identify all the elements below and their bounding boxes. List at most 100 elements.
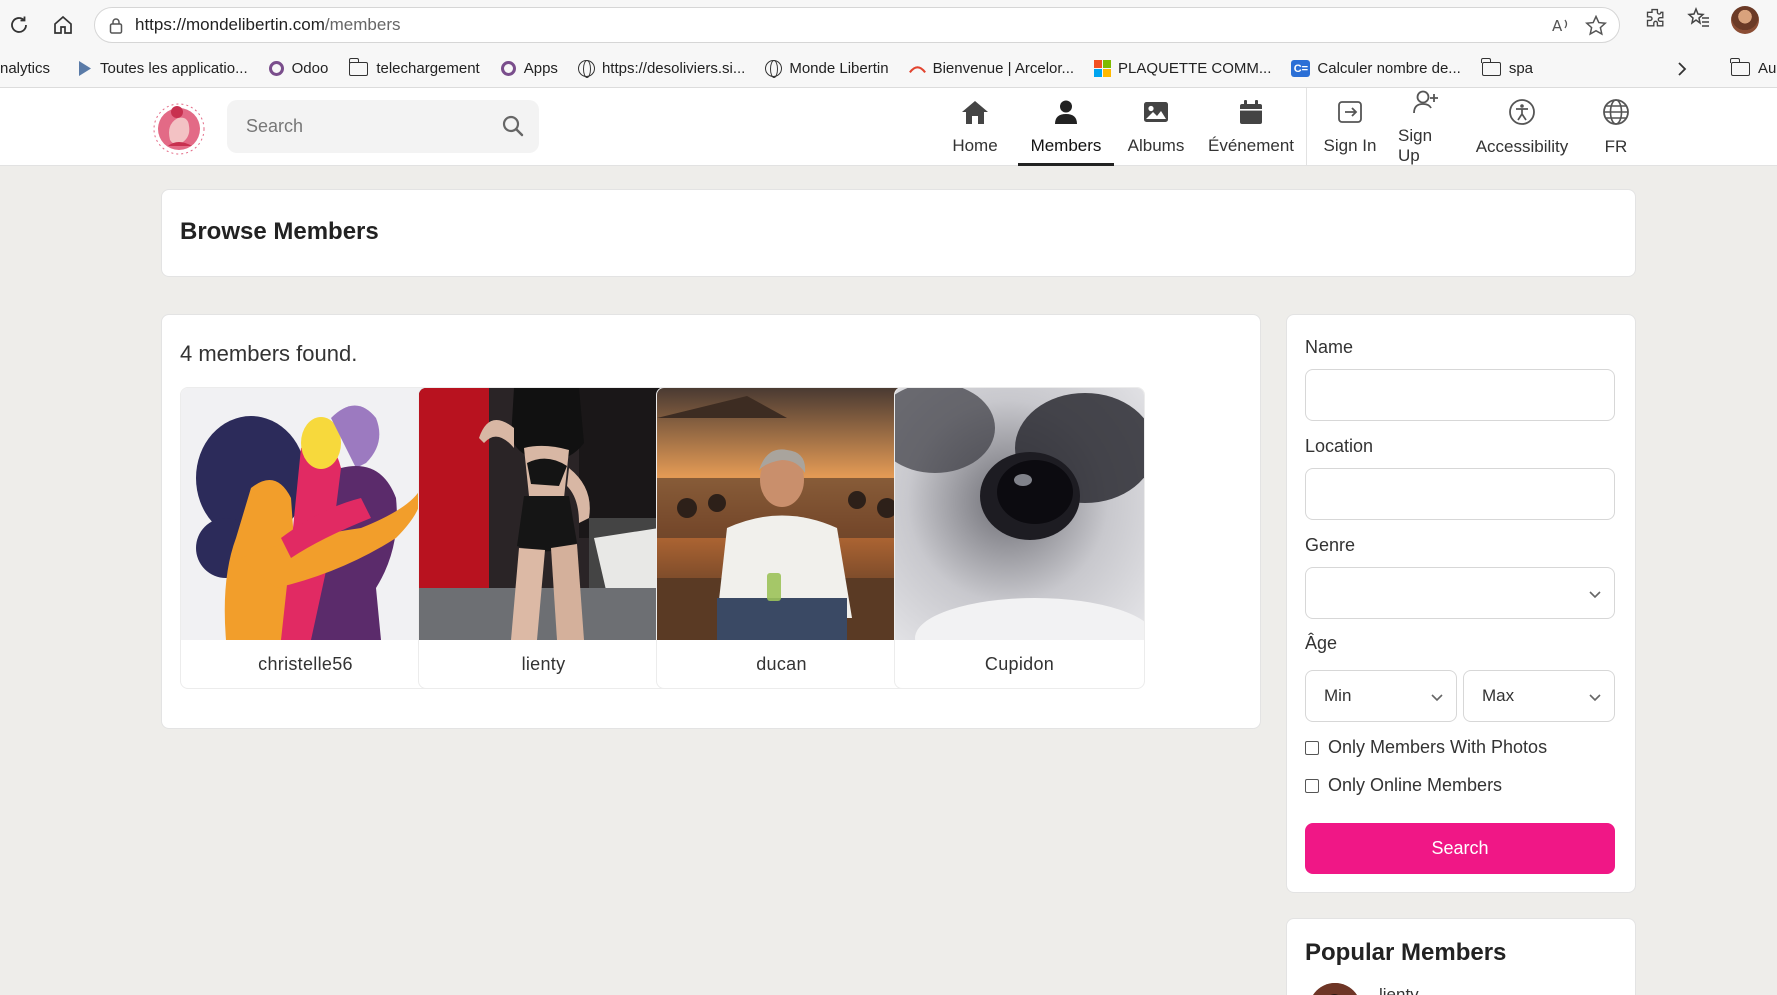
- favorite-star-icon[interactable]: [1584, 14, 1608, 41]
- reload-icon[interactable]: [4, 10, 34, 40]
- bookmark-label: Odoo: [291, 60, 329, 77]
- member-card[interactable]: ducan: [656, 387, 907, 689]
- name-input[interactable]: [1305, 369, 1615, 421]
- genre-select[interactable]: [1305, 567, 1615, 619]
- member-card[interactable]: christelle56: [180, 387, 431, 689]
- member-name[interactable]: christelle56: [181, 654, 430, 675]
- checkbox-box[interactable]: [1305, 740, 1319, 755]
- home-icon: [960, 99, 990, 130]
- member-card[interactable]: Cupidon: [894, 387, 1145, 689]
- bookmark-item[interactable]: https://desoliviers.si...: [577, 60, 745, 78]
- location-input[interactable]: [1305, 468, 1615, 520]
- bookmark-item[interactable]: spa: [1481, 57, 1533, 77]
- chevron-right-icon[interactable]: [1676, 60, 1688, 82]
- popular-members-card: Popular Members lienty: [1286, 918, 1636, 995]
- member-name[interactable]: ducan: [657, 654, 906, 675]
- member-photo[interactable]: [895, 388, 1145, 640]
- bookmark-item[interactable]: Monde Libertin: [765, 60, 889, 78]
- search-button[interactable]: Search: [1305, 823, 1615, 874]
- avatar[interactable]: [1309, 983, 1361, 995]
- popular-member-name[interactable]: lienty: [1379, 985, 1419, 995]
- bookmark-item[interactable]: telechargement: [348, 57, 480, 77]
- bookmark-label: Toutes les applicatio...: [100, 60, 248, 77]
- only-photos-checkbox[interactable]: Only Members With Photos: [1305, 737, 1547, 758]
- account-nav: Sign In Sign Up Accessibility FR: [1312, 88, 1652, 166]
- image-icon: [1142, 99, 1170, 130]
- age-min-select[interactable]: Min: [1305, 670, 1457, 722]
- only-online-checkbox[interactable]: Only Online Members: [1305, 775, 1502, 796]
- bookmark-label: spa: [1508, 60, 1533, 77]
- arcelor-icon: [908, 60, 926, 77]
- checkbox-box[interactable]: [1305, 778, 1319, 793]
- home-browser-icon[interactable]: [48, 10, 78, 40]
- favorites-icon[interactable]: [1687, 6, 1711, 35]
- nav-divider: [1306, 88, 1307, 166]
- nav-accessibility[interactable]: Accessibility: [1464, 88, 1580, 166]
- bookmark-item[interactable]: nalytics: [0, 60, 50, 77]
- bookmark-item[interactable]: C= Calculer nombre de...: [1291, 60, 1461, 77]
- chevron-down-icon: [1430, 689, 1444, 709]
- bookmark-label: PLAQUETTE COMM...: [1118, 60, 1272, 77]
- bookmarks-bar: nalytics Toutes les applicatio... Odoo t…: [0, 50, 1777, 88]
- results-count: 4 members found.: [180, 341, 358, 366]
- search-placeholder: Search: [246, 116, 304, 136]
- bookmark-item[interactable]: Bienvenue | Arcelor...: [908, 60, 1075, 77]
- nav-sign-in[interactable]: Sign In: [1312, 88, 1388, 166]
- odoo-icon: [500, 60, 517, 77]
- nav-label: Members: [1030, 135, 1102, 155]
- members-results-card: 4 members found. christelle56 lienty duc…: [161, 314, 1261, 729]
- main-nav: Home Members Albums Événement: [930, 88, 1304, 166]
- age-max-select[interactable]: Max: [1463, 670, 1615, 722]
- extensions-icon[interactable]: [1643, 6, 1667, 35]
- genre-label: Genre: [1305, 535, 1356, 555]
- lock-icon: [109, 17, 123, 39]
- calc-icon: C=: [1291, 60, 1311, 77]
- member-photo[interactable]: [181, 388, 431, 640]
- bookmark-item[interactable]: Odoo: [268, 60, 329, 77]
- bookmark-label: Bienvenue | Arcelor...: [932, 60, 1075, 77]
- member-photo[interactable]: [657, 388, 907, 640]
- bookmark-item[interactable]: PLAQUETTE COMM...: [1094, 60, 1271, 77]
- nav-label: Événement: [1208, 135, 1294, 155]
- bookmark-item[interactable]: Au: [1730, 57, 1776, 77]
- nav-members[interactable]: Members: [1018, 88, 1114, 166]
- sign-in-icon: [1336, 99, 1364, 130]
- bookmark-label: Apps: [523, 60, 558, 77]
- member-name[interactable]: Cupidon: [895, 654, 1144, 675]
- nav-evenement[interactable]: Événement: [1198, 88, 1304, 166]
- read-aloud-icon[interactable]: A: [1551, 16, 1571, 39]
- search-icon[interactable]: [501, 114, 525, 143]
- bookmark-label: Monde Libertin: [789, 60, 889, 77]
- bookmark-item[interactable]: Toutes les applicatio...: [76, 60, 248, 77]
- browser-toolbar: https://mondelibertin.com/members A: [0, 0, 1777, 50]
- member-card[interactable]: lienty: [418, 387, 669, 689]
- profile-avatar[interactable]: [1731, 6, 1759, 34]
- bookmark-label: Calculer nombre de...: [1317, 60, 1461, 77]
- nav-language[interactable]: FR: [1580, 88, 1652, 166]
- user-plus-icon: [1412, 89, 1440, 120]
- bookmark-item[interactable]: Apps: [500, 60, 558, 77]
- age-max-value: Max: [1482, 686, 1515, 705]
- user-icon: [1053, 99, 1079, 130]
- nav-label: Sign In: [1323, 135, 1377, 155]
- member-photo[interactable]: [419, 388, 669, 640]
- nav-label: Sign Up: [1398, 125, 1433, 165]
- calendar-icon: [1238, 99, 1264, 130]
- page-title-card: Browse Members: [161, 189, 1636, 277]
- odoo-icon: [268, 60, 285, 77]
- play-store-icon: [76, 60, 93, 77]
- nav-label: Home: [952, 135, 998, 155]
- chevron-down-icon: [1588, 586, 1602, 606]
- site-logo[interactable]: [148, 96, 210, 158]
- svg-text:A: A: [1552, 17, 1563, 34]
- site-search-input[interactable]: Search: [227, 100, 539, 153]
- globe-icon: [765, 60, 783, 78]
- nav-albums[interactable]: Albums: [1114, 88, 1198, 166]
- nav-sign-up[interactable]: Sign Up: [1388, 88, 1464, 166]
- address-bar[interactable]: https://mondelibertin.com/members A: [94, 7, 1620, 43]
- member-name[interactable]: lienty: [419, 654, 668, 675]
- globe-icon: [1602, 98, 1630, 131]
- url-host: https://mondelibertin.com: [135, 15, 325, 34]
- accessibility-icon: [1508, 98, 1536, 131]
- nav-home[interactable]: Home: [930, 88, 1020, 166]
